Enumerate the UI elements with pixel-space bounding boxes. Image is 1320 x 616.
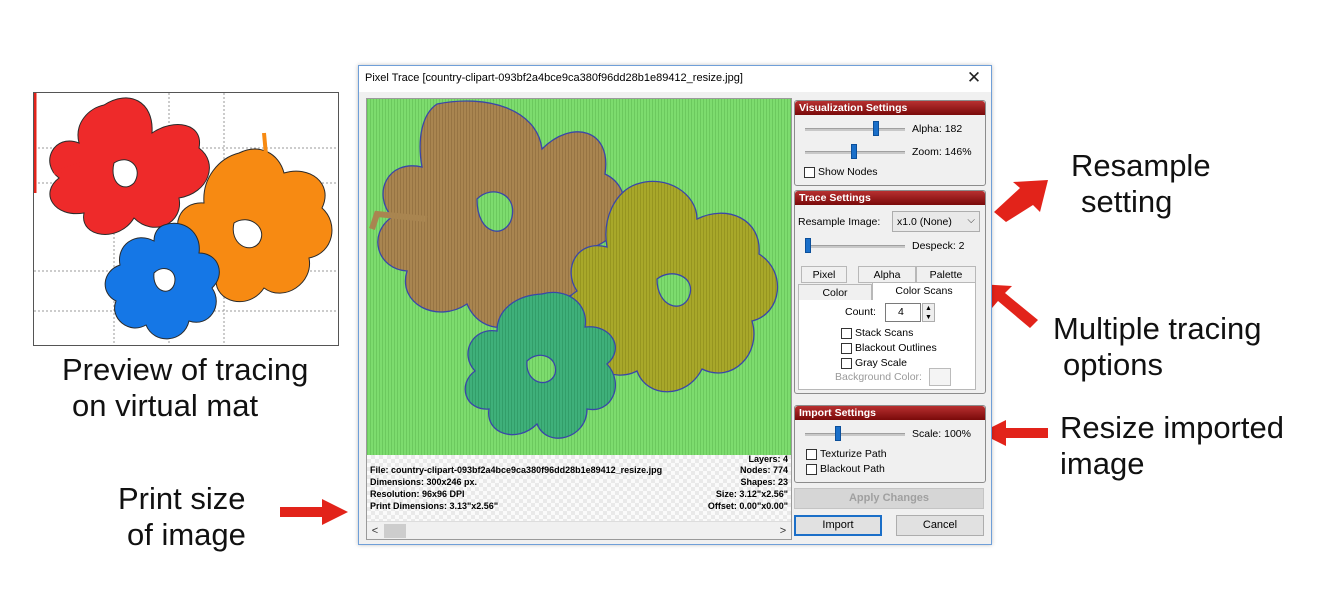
info-file: File: country-clipart-093bf2a4bce9ca380f…: [370, 465, 663, 475]
import-settings-group: Import Settings Scale: 100% Texturize Pa…: [794, 405, 986, 483]
annotation-resize-line2: image: [1060, 446, 1145, 481]
tab-pixel[interactable]: Pixel: [801, 266, 847, 283]
alpha-slider-thumb[interactable]: [873, 121, 880, 136]
info-layers: Layers: 4: [748, 454, 788, 464]
info-dimensions: Dimensions: 300x246 px.: [370, 477, 478, 487]
cancel-button[interactable]: Cancel: [896, 515, 984, 536]
scroll-right-icon[interactable]: >: [776, 523, 790, 539]
stack-scans-label: Stack Scans: [855, 327, 914, 339]
annotation-resample: Resample setting: [1071, 148, 1211, 220]
resample-image-label: Resample Image:: [798, 216, 881, 228]
virtual-mat-preview: [33, 92, 339, 346]
pixel-trace-dialog: Pixel Trace [country-clipart-093bf2a4bce…: [358, 65, 992, 545]
import-settings-header: Import Settings: [795, 406, 985, 420]
close-button[interactable]: ✕: [963, 67, 985, 89]
count-spinner[interactable]: ▲ ▼: [922, 303, 935, 322]
zoom-slider-thumb[interactable]: [851, 144, 857, 159]
trace-settings-group: Trace Settings Resample Image: x1.0 (Non…: [794, 190, 986, 394]
tab-alpha[interactable]: Alpha: [858, 266, 916, 283]
zoom-label: Zoom: 146%: [912, 146, 972, 158]
annotation-preview-line2: on virtual mat: [72, 388, 259, 423]
annotation-print-size: Print size of image: [118, 481, 246, 553]
despeck-label: Despeck: 2: [912, 240, 965, 252]
mat-canvas: [33, 93, 338, 345]
scroll-thumb[interactable]: [384, 524, 406, 538]
title-bar: Pixel Trace [country-clipart-093bf2a4bce…: [359, 66, 991, 92]
tab-palette[interactable]: Palette: [916, 266, 976, 283]
scroll-left-icon[interactable]: <: [368, 523, 382, 539]
despeck-slider-track[interactable]: [805, 245, 905, 248]
spin-up-icon[interactable]: ▲: [923, 304, 934, 313]
info-offset: Offset: 0.00"x0.00": [707, 501, 788, 511]
scale-slider-track[interactable]: [805, 433, 905, 436]
arrow-resample-icon: [994, 180, 1048, 222]
spin-down-icon[interactable]: ▼: [923, 313, 934, 322]
annotation-resize-line1: Resize imported: [1060, 410, 1284, 445]
resample-image-value: x1.0 (None): [897, 216, 952, 228]
show-nodes-label: Show Nodes: [818, 166, 878, 178]
tab-color[interactable]: Color: [798, 284, 872, 301]
horizontal-scrollbar[interactable]: < >: [367, 521, 791, 539]
resample-image-select[interactable]: x1.0 (None) ⌵: [892, 211, 980, 232]
import-button[interactable]: Import: [794, 515, 882, 536]
blackout-path-checkbox[interactable]: [806, 464, 817, 475]
blackout-path-label: Blackout Path: [820, 463, 885, 475]
count-value: 4: [898, 306, 904, 318]
alpha-label: Alpha: 182: [912, 123, 963, 135]
annotation-resample-line2: setting: [1081, 184, 1173, 219]
info-nodes: Nodes: 774: [739, 465, 788, 475]
texturize-path-checkbox[interactable]: [806, 449, 817, 460]
show-nodes-checkbox[interactable]: [804, 167, 815, 178]
info-shapes: Shapes: 23: [740, 477, 788, 487]
despeck-slider-thumb[interactable]: [805, 238, 811, 253]
annotation-preview-line1: Preview of tracing: [62, 352, 309, 387]
window-title: Pixel Trace [country-clipart-093bf2a4bce…: [365, 72, 743, 84]
annotation-multiple: Multiple tracing options: [1053, 311, 1261, 383]
arrow-print-size-icon: [280, 499, 348, 525]
count-label: Count:: [845, 306, 876, 318]
annotation-resample-line1: Resample: [1071, 148, 1211, 183]
trace-preview-area[interactable]: Layers: 4 File: country-clipart-093bf2a4…: [366, 98, 792, 540]
gray-scale-checkbox[interactable]: [841, 358, 852, 369]
blackout-outlines-label: Blackout Outlines: [855, 342, 937, 354]
info-size: Size: 3.12"x2.56": [715, 489, 788, 499]
info-resolution: Resolution: 96x96 DPI: [370, 489, 465, 499]
annotation-resize: Resize imported image: [1060, 410, 1284, 482]
chevron-down-icon: ⌵: [967, 215, 975, 226]
annotation-multiple-line1: Multiple tracing: [1053, 311, 1262, 346]
scale-label: Scale: 100%: [912, 428, 971, 440]
trace-canvas[interactable]: [367, 99, 791, 455]
alpha-slider-track[interactable]: [805, 128, 905, 131]
visualization-settings-header: Visualization Settings: [795, 101, 985, 115]
annotation-preview: Preview of tracing on virtual mat: [62, 352, 308, 424]
background-color-swatch: [929, 368, 951, 386]
visualization-settings-group: Visualization Settings Alpha: 182 Zoom: …: [794, 100, 986, 186]
background-color-label: Background Color:: [835, 371, 922, 383]
trace-settings-header: Trace Settings: [795, 191, 985, 205]
annotation-print-size-line1: Print size: [118, 481, 246, 516]
texturize-path-label: Texturize Path: [820, 448, 887, 460]
apply-changes-button[interactable]: Apply Changes: [794, 488, 984, 509]
stack-scans-checkbox[interactable]: [841, 328, 852, 339]
annotation-print-size-line2: of image: [127, 517, 246, 552]
blackout-outlines-checkbox[interactable]: [841, 343, 852, 354]
count-input[interactable]: 4: [885, 303, 921, 322]
tab-color-scans[interactable]: Color Scans: [872, 282, 976, 301]
gray-scale-label: Gray Scale: [855, 357, 907, 369]
annotation-multiple-line2: options: [1063, 347, 1163, 382]
image-info-panel: Layers: 4 File: country-clipart-093bf2a4…: [367, 454, 791, 521]
color-scans-panel: Count: 4 ▲ ▼ Stack Scans Blackout Outlin…: [798, 300, 976, 390]
info-print-dimensions: Print Dimensions: 3.13"x2.56": [370, 501, 499, 511]
scale-slider-thumb[interactable]: [835, 426, 841, 441]
